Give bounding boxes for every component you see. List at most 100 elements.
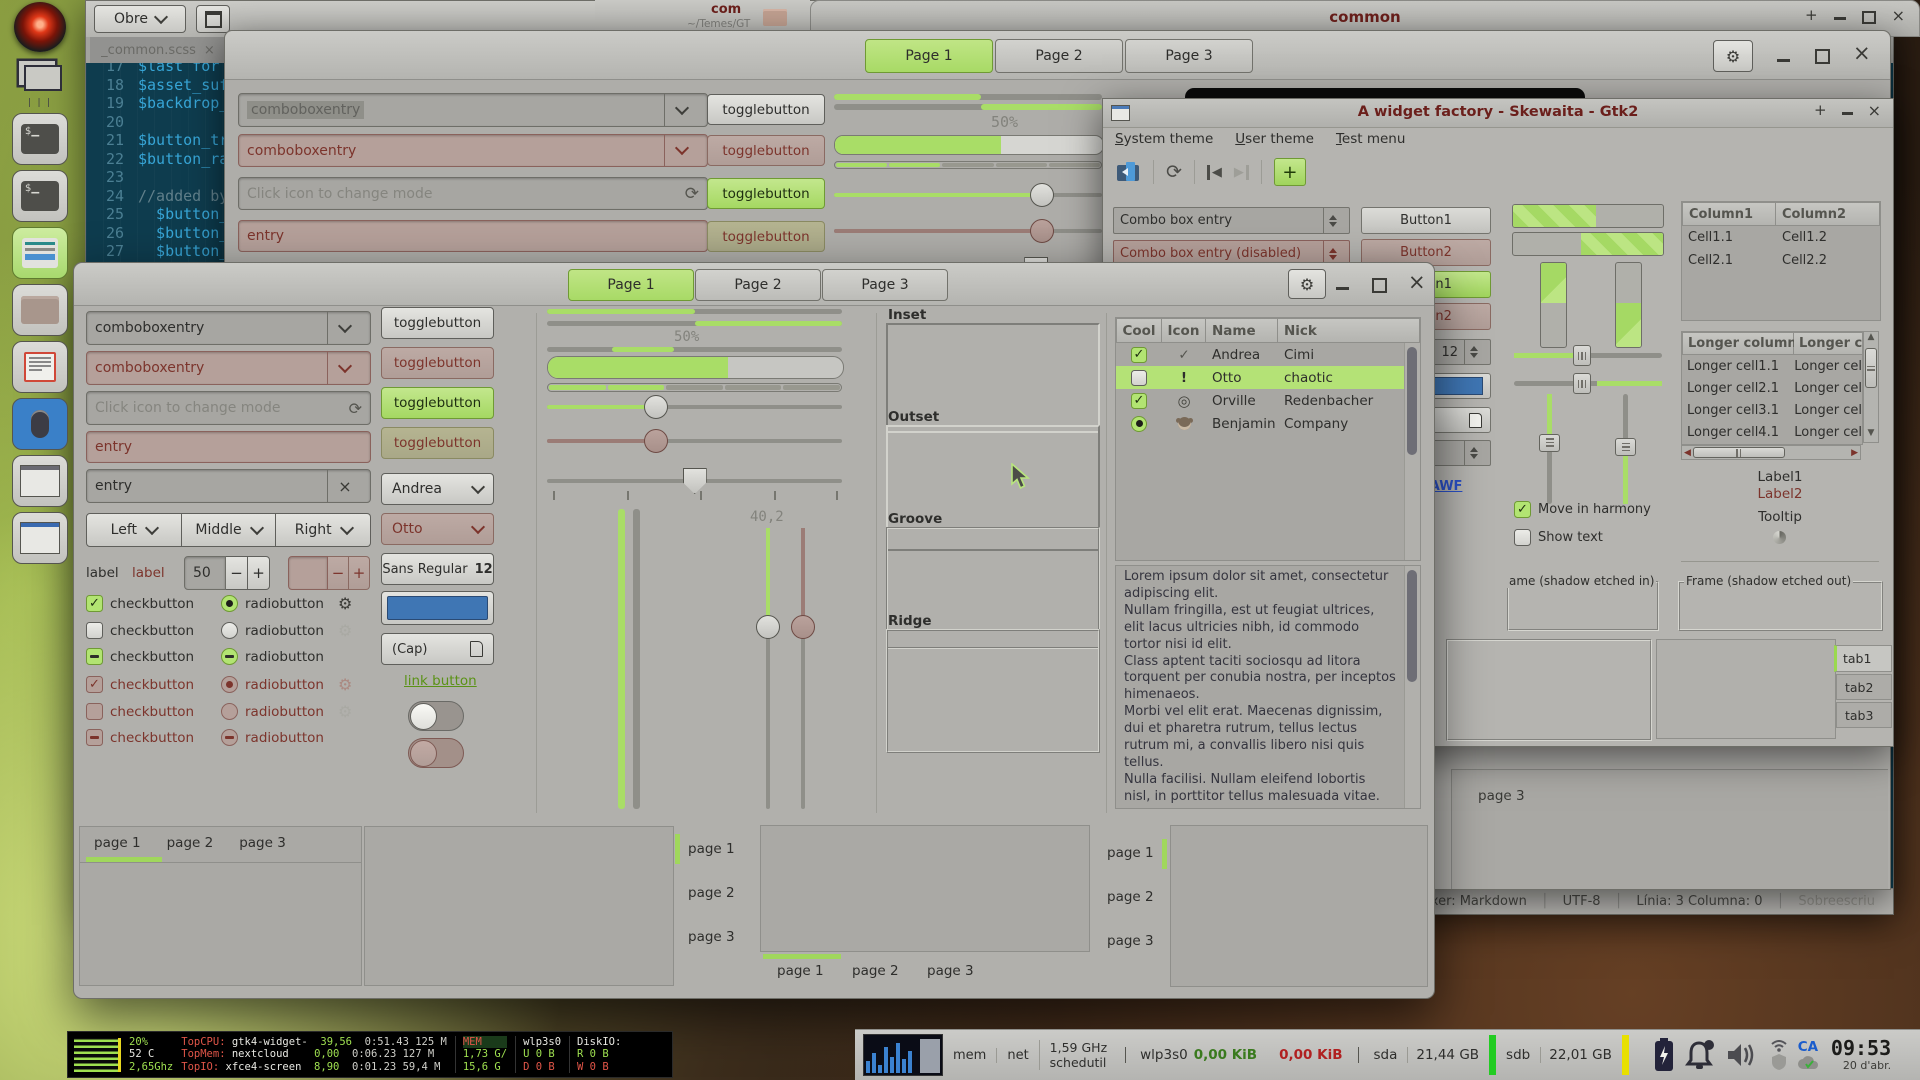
minimize-icon[interactable] bbox=[1777, 59, 1790, 62]
nb-tab[interactable]: page 1 bbox=[1107, 845, 1154, 861]
wf1-tab-page3[interactable]: Page 3 bbox=[1125, 39, 1253, 73]
dock-handle-icon[interactable]: ❘❘❘ bbox=[26, 98, 55, 108]
close-icon[interactable]: × bbox=[204, 44, 215, 57]
nb-tab[interactable]: page 1 bbox=[688, 841, 735, 857]
shield-icon[interactable] bbox=[1771, 1053, 1787, 1071]
gtk2-table2[interactable]: Longer column1 Longer col Longer cell1.1… bbox=[1681, 331, 1879, 443]
nb-tab[interactable]: page 1 bbox=[94, 835, 141, 851]
slider-grip[interactable] bbox=[1539, 434, 1560, 452]
wf1-icon-entry[interactable]: Click icon to change mode ⟳ bbox=[238, 177, 708, 210]
gtk2-nb-tab2[interactable]: tab2 bbox=[1836, 674, 1892, 700]
radio-selected-icon[interactable] bbox=[1131, 416, 1147, 432]
slider-knob[interactable] bbox=[644, 395, 668, 419]
slider-knob[interactable] bbox=[756, 615, 780, 639]
wf2-gear-button[interactable]: ⚙ bbox=[1288, 269, 1326, 299]
checkbox-checked-icon[interactable]: ✓ bbox=[1131, 393, 1147, 409]
clear-button[interactable]: × bbox=[327, 470, 362, 502]
scrollbar-thumb[interactable] bbox=[1407, 570, 1417, 682]
scroll-up-icon[interactable]: ▲ bbox=[1864, 332, 1878, 346]
scrollbar-thumb[interactable] bbox=[1693, 447, 1785, 458]
checkbox-checked-icon[interactable]: ✓ bbox=[1131, 347, 1147, 363]
net-applet-label[interactable]: net bbox=[996, 1048, 1028, 1063]
wf2-togglebutton1[interactable]: togglebutton bbox=[381, 307, 494, 339]
wf2-hscale-marks[interactable] bbox=[547, 467, 842, 507]
shield-knob[interactable] bbox=[683, 468, 707, 494]
wf2-vscale-knob1[interactable] bbox=[755, 528, 781, 809]
terminal-launcher[interactable]: $▁ bbox=[12, 113, 68, 165]
wf2-tab-page2[interactable]: Page 2 bbox=[695, 269, 821, 301]
wf1-togglebutton3[interactable]: togglebutton bbox=[707, 178, 825, 209]
add-tab-icon[interactable]: + bbox=[1805, 8, 1818, 24]
wf1-tab-page2[interactable]: Page 2 bbox=[995, 39, 1123, 73]
combo-dropdown[interactable] bbox=[327, 312, 362, 344]
wf2-treeview[interactable]: Cool Icon Name Nick ✓ ✓ AndreaCimi ! Ott… bbox=[1115, 317, 1421, 561]
wf2-tab-page3[interactable]: Page 3 bbox=[822, 269, 948, 301]
radiobutton-label[interactable]: radiobutton bbox=[245, 649, 331, 665]
wf1-tab-page1[interactable]: Page 1 bbox=[865, 39, 993, 73]
tree-row[interactable]: BenjaminCompany bbox=[1116, 412, 1420, 435]
wf2-font-button[interactable]: Sans Regular12 bbox=[381, 553, 494, 585]
column-header[interactable]: Longer col bbox=[1799, 336, 1863, 351]
column-header[interactable]: Cool bbox=[1122, 323, 1155, 339]
gear-icon[interactable]: ⚙ bbox=[338, 594, 352, 613]
column-header[interactable]: Icon bbox=[1168, 323, 1200, 339]
column-header[interactable]: Column2 bbox=[1782, 207, 1846, 222]
menu-test-menu[interactable]: Test menu bbox=[1336, 131, 1405, 147]
combo-dropdown[interactable] bbox=[664, 94, 699, 126]
column-header[interactable]: Column1 bbox=[1689, 207, 1753, 222]
scroll-left-icon[interactable]: ◀ bbox=[1682, 448, 1693, 458]
slider-grip[interactable] bbox=[1615, 438, 1636, 456]
checkbox-mixed-icon[interactable] bbox=[86, 648, 103, 665]
combo-middle[interactable]: Middle bbox=[182, 513, 277, 547]
battery-icon[interactable] bbox=[1653, 1038, 1675, 1072]
gtk2-button1[interactable]: Button1 bbox=[1361, 207, 1491, 234]
scrollbar-thumb[interactable] bbox=[1407, 347, 1417, 455]
wf2-file-button[interactable]: (Cap) bbox=[381, 633, 494, 665]
wf1-scale[interactable] bbox=[834, 182, 1102, 208]
maximize-icon[interactable] bbox=[1862, 11, 1876, 24]
switch-knob[interactable] bbox=[410, 703, 437, 730]
mem-applet-label[interactable]: mem bbox=[953, 1048, 986, 1063]
widget-factory-launcher-active[interactable] bbox=[12, 227, 68, 279]
scrollbar-thumb[interactable] bbox=[1865, 348, 1877, 388]
gtk2-titlebar[interactable]: A widget factory - Skewaita - Gtk2 + × bbox=[1103, 99, 1893, 128]
wifi-status-icon[interactable] bbox=[1771, 1040, 1787, 1052]
refresh-icon[interactable]: ⟳ bbox=[1166, 161, 1182, 183]
checkbox-icon[interactable] bbox=[86, 622, 103, 639]
wf2-vscale-gray[interactable] bbox=[633, 509, 640, 809]
wf2-togglebutton3[interactable]: togglebutton bbox=[381, 387, 494, 419]
gtk2-vscale1[interactable] bbox=[1539, 394, 1560, 504]
window-stack-icon[interactable] bbox=[24, 65, 62, 91]
window-app-launcher[interactable] bbox=[12, 512, 68, 564]
minimize-icon[interactable] bbox=[1336, 287, 1349, 290]
gtk2-nb-tab1[interactable]: tab1 bbox=[1834, 645, 1892, 672]
mouse-settings-launcher[interactable] bbox=[12, 398, 68, 450]
tree-row-selected[interactable]: ! Ottochaotic bbox=[1116, 366, 1420, 389]
app-menu-button[interactable]: Obre bbox=[94, 5, 186, 33]
wifi-tx[interactable]: 0,00 KiB bbox=[1267, 1047, 1342, 1063]
close-icon[interactable]: × bbox=[1408, 272, 1426, 293]
notification-bell-icon[interactable] bbox=[1685, 1039, 1715, 1071]
wf2-switch-off[interactable] bbox=[408, 701, 464, 731]
new-window-button[interactable] bbox=[196, 5, 230, 33]
vertical-scrollbar[interactable] bbox=[1404, 566, 1420, 808]
wf2-vscale-green[interactable] bbox=[618, 509, 625, 809]
gtk2-combo-entry[interactable]: Combo box entry bbox=[1113, 207, 1350, 234]
vertical-scrollbar[interactable] bbox=[1404, 343, 1420, 560]
slider-knob[interactable] bbox=[1030, 183, 1054, 207]
nb-tab[interactable]: page 2 bbox=[1107, 889, 1154, 905]
minimize-icon[interactable] bbox=[1842, 112, 1853, 115]
close-icon[interactable]: × bbox=[1853, 43, 1871, 64]
column-header[interactable]: Longer column1 bbox=[1688, 336, 1806, 351]
gtk2-vscale2[interactable] bbox=[1615, 394, 1636, 504]
refresh-icon[interactable]: ⟳ bbox=[349, 399, 362, 418]
radiobutton-label[interactable]: radiobutton bbox=[245, 623, 331, 639]
stick-icon[interactable]: + bbox=[1814, 103, 1827, 119]
nb-tab[interactable]: page 3 bbox=[927, 963, 974, 979]
table-row[interactable]: Cell2.1Cell2.2 bbox=[1682, 249, 1880, 272]
freq-applet[interactable]: 1,59 GHz schedutil bbox=[1039, 1040, 1107, 1070]
tree-row[interactable]: ✓ ◎ OrvilleRedenbacher bbox=[1116, 389, 1420, 412]
checkbox-icon[interactable] bbox=[1514, 529, 1531, 546]
close-icon[interactable]: × bbox=[1868, 103, 1881, 119]
menu-system-theme[interactable]: System theme bbox=[1115, 131, 1213, 147]
